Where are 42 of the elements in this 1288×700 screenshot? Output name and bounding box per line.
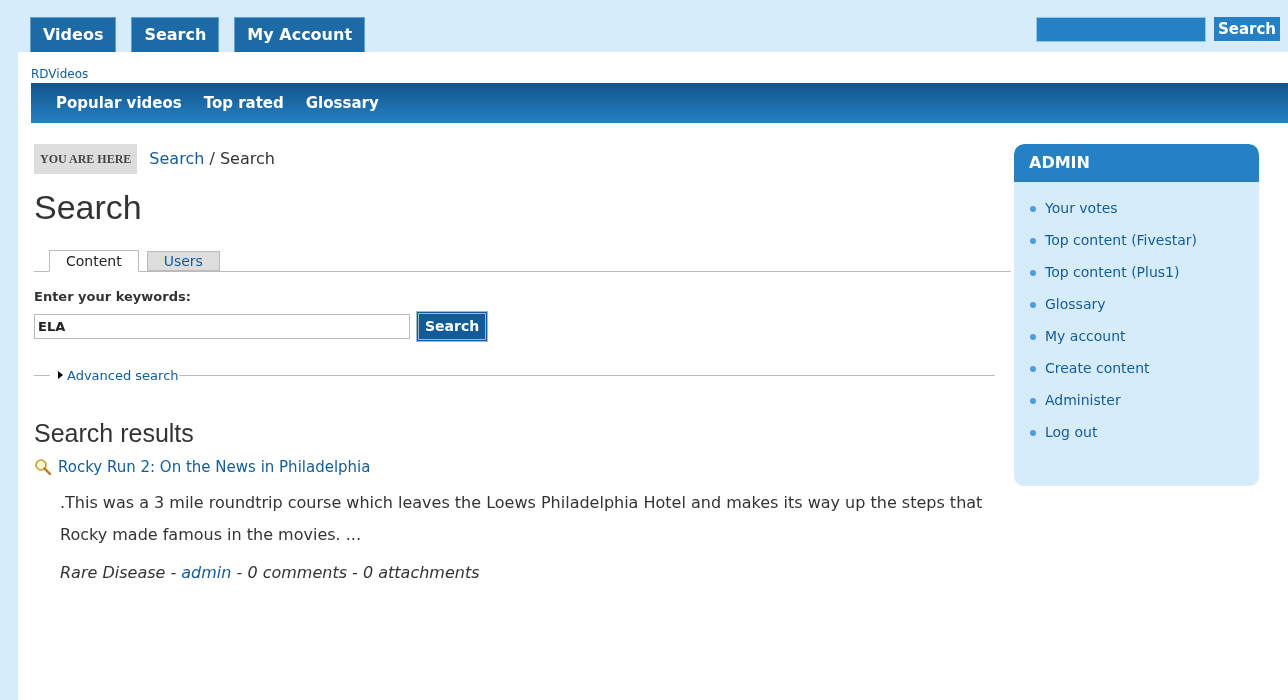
bullet-icon (1030, 333, 1036, 340)
breadcrumb: Search / Search (149, 148, 275, 170)
keywords-field[interactable]: ELA (34, 313, 410, 339)
bullet-icon (1030, 397, 1036, 404)
bullet-icon (1030, 269, 1036, 276)
result-meta: Rare Disease - admin - 0 comments - 0 attachments (59, 561, 481, 584)
result-title-link[interactable]: Rocky Run 2: On the News in Philadelphia (58, 456, 371, 479)
search-field[interactable] (1035, 17, 1206, 42)
you-are-here-label: YOU ARE HERE (34, 144, 138, 174)
sidebar-link[interactable]: Log out (1045, 422, 1098, 443)
bullet-icon (1030, 237, 1036, 244)
bullet-icon (1030, 205, 1036, 212)
sidebar-link[interactable]: Top content (Plus1) (1045, 262, 1180, 283)
nav-tab[interactable]: Videos (30, 17, 117, 52)
nav-link[interactable]: Top rated (203, 91, 284, 115)
breadcrumb-link[interactable]: Search (149, 149, 205, 168)
sidebar-link[interactable]: My account (1045, 326, 1126, 347)
nav-tab[interactable]: My Account (234, 17, 366, 52)
tab[interactable]: Content (49, 250, 139, 272)
nav-link[interactable]: Glossary (305, 91, 379, 115)
magnifier-icon (34, 458, 52, 477)
site-name[interactable]: RDVideos (31, 52, 1282, 80)
bullet-icon (1030, 301, 1036, 308)
sidebar-link[interactable]: Your votes (1045, 198, 1118, 219)
bullet-icon (1030, 365, 1036, 372)
sidebar-link[interactable]: Administer (1045, 390, 1121, 411)
sidebar-title: ADMIN (1014, 144, 1259, 182)
sidebar-link[interactable]: Create content (1045, 358, 1150, 379)
result-snippet: .This was a 3 mile roundtrip course which leaves the Loews Philadelphia Hotel and makes its way up the steps that Rocky made famous in the movies. ... (59, 491, 984, 546)
search-button[interactable]: Search (1213, 17, 1280, 41)
sidebar-link[interactable]: Glossary (1045, 294, 1106, 315)
nav-tab[interactable]: Search (131, 17, 220, 52)
keywords-label: Enter your keywords: (34, 288, 192, 306)
advanced-search-link[interactable]: Advanced search (67, 365, 179, 385)
search-button[interactable]: Search (416, 310, 489, 342)
results-heading: Search results (34, 421, 195, 446)
tab[interactable]: Users (146, 251, 220, 271)
author-link[interactable]: admin (181, 562, 232, 582)
bullet-icon (1030, 429, 1036, 436)
nav-link[interactable]: Popular videos (56, 91, 182, 115)
sidebar-link[interactable]: Top content (Fivestar) (1045, 230, 1197, 251)
page-title: Search (34, 190, 143, 224)
